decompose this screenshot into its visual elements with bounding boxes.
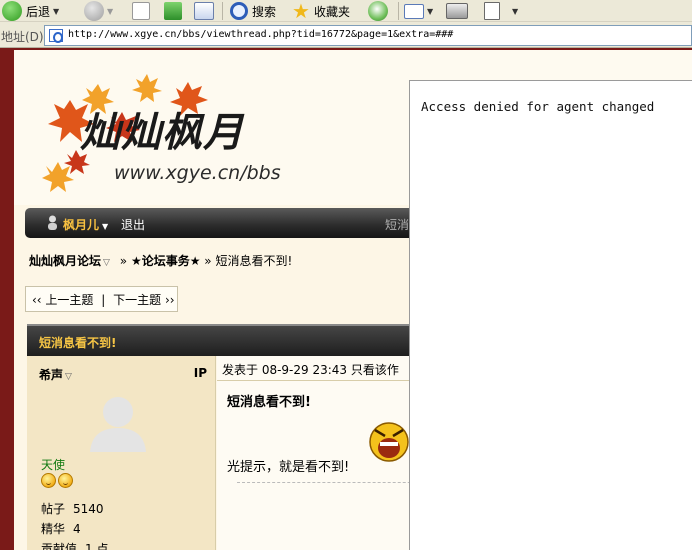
mail-icon bbox=[404, 3, 424, 19]
rank-stars bbox=[41, 473, 73, 488]
post-meta: 发表于 08-9-29 23:43 只看该作 bbox=[222, 363, 399, 377]
toolbar-separator bbox=[222, 2, 223, 20]
logo-title: 灿灿枫月 bbox=[80, 109, 244, 156]
post-content: 光提示，就是看不到! bbox=[227, 460, 350, 475]
home-icon bbox=[194, 2, 214, 20]
refresh-icon bbox=[164, 2, 182, 20]
user-icon bbox=[48, 215, 57, 230]
stop-icon bbox=[132, 2, 150, 20]
chevron-down-icon[interactable]: ▽ bbox=[103, 258, 110, 268]
forward-button[interactable]: ▼ bbox=[84, 0, 113, 22]
post-title: 短消息看不到! bbox=[227, 395, 311, 410]
address-url[interactable]: http://www.xgye.cn/bbs/viewthread.php?ti… bbox=[68, 29, 453, 40]
thread-title: 短消息看不到! bbox=[39, 336, 117, 350]
toolbar-separator bbox=[398, 2, 399, 20]
browser-toolbar: 后退 ▼ ▼ 搜索 ★ 收藏夹 ▼ ▼ bbox=[0, 0, 692, 22]
breadcrumb: 灿灿枫月论坛 ▽ » ★论坛事务★ » 短消息看不到! bbox=[29, 252, 292, 269]
search-icon bbox=[230, 2, 248, 20]
stat-posts: 帖子 5140 bbox=[41, 502, 104, 516]
author-rank: 天使 bbox=[41, 458, 66, 472]
edit-document-icon bbox=[484, 2, 500, 20]
author-name[interactable]: 希声 ▽ bbox=[39, 366, 72, 383]
chevron-down-icon[interactable]: ▼ bbox=[512, 7, 518, 16]
chevron-down-icon: ▼ bbox=[102, 222, 109, 231]
logout-link[interactable]: 退出 bbox=[121, 216, 145, 233]
refresh-button[interactable] bbox=[164, 0, 182, 22]
mail-button[interactable]: ▼ bbox=[404, 0, 433, 22]
stat-contribution: 贡献值 1 点 bbox=[41, 542, 109, 550]
chevron-down-icon: ▽ bbox=[65, 372, 72, 382]
breadcrumb-sep: » bbox=[119, 254, 128, 268]
address-label: 地址(D) bbox=[1, 30, 44, 44]
forum-logo[interactable]: 灿灿枫月 www.xgye.cn/bbs bbox=[32, 62, 302, 192]
edit-button[interactable]: ▼ bbox=[484, 0, 518, 22]
address-field[interactable]: http://www.xgye.cn/bbs/viewthread.php?ti… bbox=[44, 25, 692, 46]
breadcrumb-thread: 短消息看不到! bbox=[215, 254, 293, 268]
history-icon bbox=[368, 1, 388, 21]
smiley-star-icon bbox=[41, 473, 56, 488]
author-column: 希声 ▽ IP 天使 帖子 5140 精华 4 贡献值 1 点 bbox=[27, 356, 216, 550]
home-button[interactable] bbox=[194, 0, 214, 22]
stop-button[interactable] bbox=[132, 0, 150, 22]
agent-error-message: Access denied for agent changed bbox=[421, 99, 655, 114]
default-avatar-icon[interactable] bbox=[84, 392, 152, 452]
smiley-star-icon bbox=[58, 473, 73, 488]
author-ip-link[interactable]: IP bbox=[194, 366, 207, 380]
private-message-link[interactable]: 短消 bbox=[385, 216, 409, 233]
back-button[interactable]: 后退 ▼ bbox=[2, 0, 59, 22]
logo-url: www.xgye.cn/bbs bbox=[114, 162, 281, 184]
print-button[interactable] bbox=[446, 0, 468, 22]
chevron-down-icon[interactable]: ▼ bbox=[107, 7, 113, 16]
agent-error-panel: Access denied for agent changed bbox=[409, 80, 692, 550]
favorites-button[interactable]: ★ 收藏夹 bbox=[292, 0, 350, 22]
forward-arrow-icon bbox=[84, 1, 104, 21]
prev-thread-link[interactable]: ‹‹ 上一主题 bbox=[32, 293, 93, 307]
printer-icon bbox=[446, 3, 468, 19]
address-bar: 地址(D) http://www.xgye.cn/bbs/viewthread.… bbox=[0, 22, 692, 48]
next-thread-link[interactable]: 下一主题 ›› bbox=[113, 293, 174, 307]
chevron-down-icon[interactable]: ▼ bbox=[427, 7, 433, 16]
chevron-down-icon[interactable]: ▼ bbox=[53, 7, 59, 16]
favorites-star-icon: ★ bbox=[292, 0, 310, 23]
thread-nav: ‹‹ 上一主题 | 下一主题 ›› bbox=[25, 286, 178, 312]
username-menu[interactable]: 枫月儿 ▼ bbox=[63, 216, 108, 233]
page-icon bbox=[49, 29, 63, 43]
angry-emoticon-icon bbox=[369, 422, 409, 462]
breadcrumb-section[interactable]: ★论坛事务★ bbox=[131, 254, 201, 268]
search-button[interactable]: 搜索 bbox=[230, 0, 276, 22]
back-arrow-icon bbox=[2, 1, 22, 21]
breadcrumb-forum[interactable]: 灿灿枫月论坛 bbox=[29, 254, 101, 268]
username-label: 枫月儿 bbox=[63, 218, 100, 232]
stat-digest: 精华 4 bbox=[41, 522, 81, 536]
history-button[interactable] bbox=[368, 0, 388, 22]
breadcrumb-sep: » bbox=[204, 254, 212, 268]
thread-nav-separator: | bbox=[101, 293, 106, 307]
